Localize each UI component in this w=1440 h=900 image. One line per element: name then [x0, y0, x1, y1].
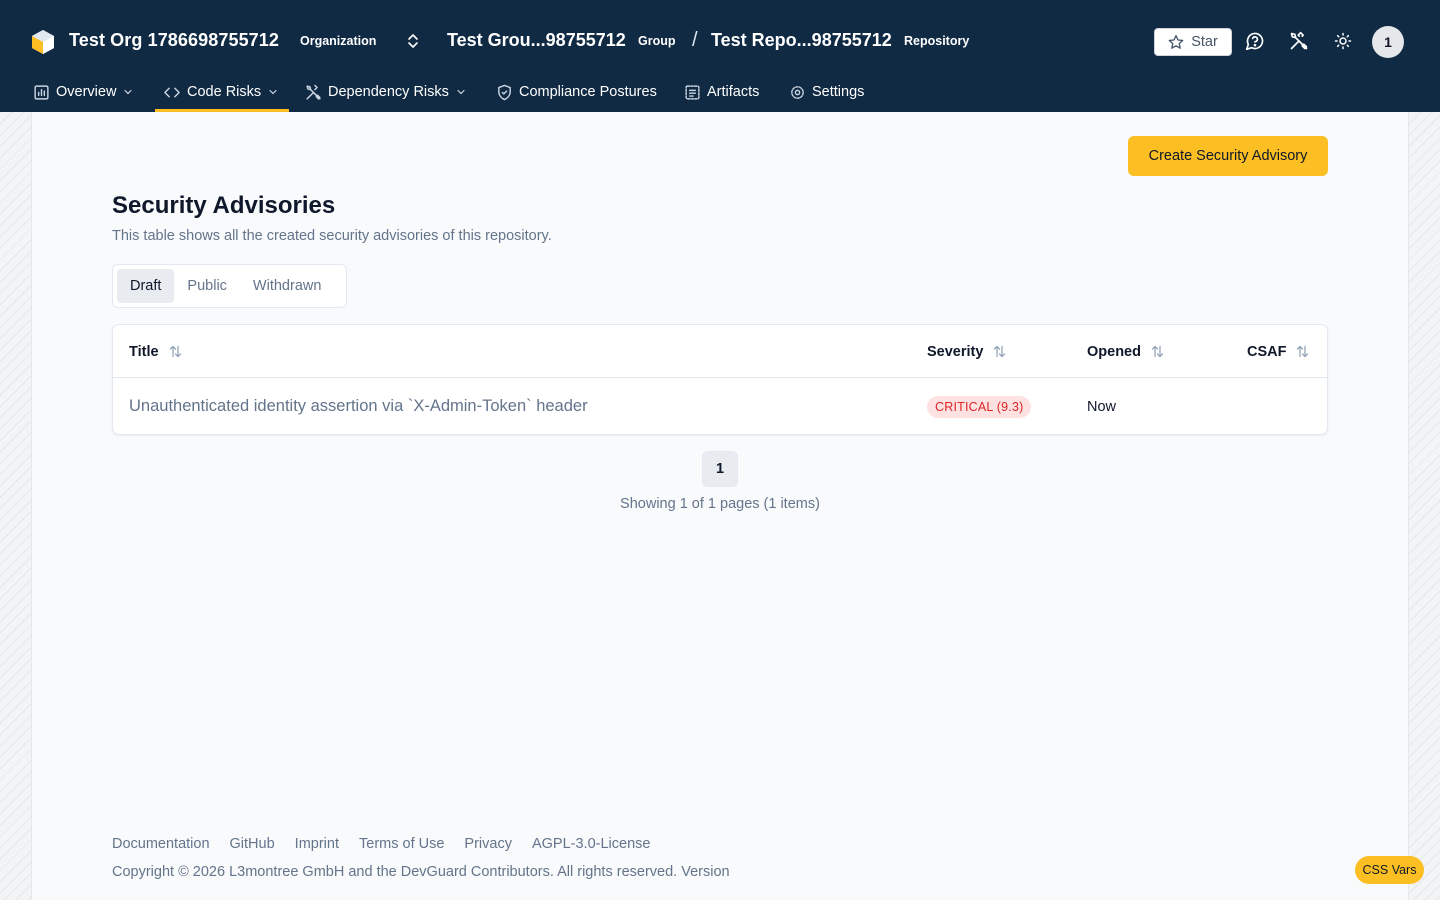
chevron-down-icon	[269, 89, 277, 95]
nav-compliance-postures[interactable]: Compliance Postures	[496, 72, 657, 112]
left-margin-pattern	[0, 112, 32, 900]
footer-link-privacy[interactable]: Privacy	[464, 836, 512, 852]
opened-cell: Now	[1087, 398, 1117, 415]
advisory-status-tabs: Draft Public Withdrawn	[112, 264, 347, 308]
star-icon	[1168, 35, 1184, 49]
breadcrumb-separator: /	[692, 29, 698, 51]
group-tag: Group	[638, 34, 676, 48]
chart-icon	[34, 84, 49, 100]
sort-icon	[1297, 345, 1309, 358]
sort-icon	[169, 345, 181, 358]
column-title[interactable]: Title	[129, 325, 183, 378]
chevron-down-icon	[124, 89, 133, 95]
tools-icon	[306, 84, 321, 100]
footer-link-github[interactable]: GitHub	[230, 836, 275, 852]
footer-link-license[interactable]: AGPL-3.0-License	[532, 836, 650, 852]
footer-link-documentation[interactable]: Documentation	[112, 836, 210, 852]
column-csaf[interactable]: CSAF	[1247, 325, 1310, 378]
footer-links: Documentation GitHub Imprint Terms of Us…	[112, 836, 650, 852]
org-name[interactable]: Test Org 1786698755712	[69, 30, 279, 51]
sort-icon	[994, 345, 1006, 358]
column-opened[interactable]: Opened	[1087, 325, 1165, 378]
table-header: Title Severity Opened CSAF	[113, 325, 1327, 378]
nav-overview-label: Overview	[56, 84, 117, 100]
nav-dependency-risks-label: Dependency Risks	[328, 84, 449, 100]
page-description: This table shows all the created securit…	[112, 228, 552, 244]
list-icon	[685, 84, 700, 100]
severity-cell: CRITICAL (9.3)	[927, 378, 1032, 434]
group-name[interactable]: Test Grou...98755712	[447, 30, 626, 51]
org-switcher-icon[interactable]	[404, 32, 422, 50]
create-security-advisory-button[interactable]: Create Security Advisory	[1128, 136, 1328, 176]
nav-settings-label: Settings	[812, 84, 865, 100]
org-tag: Organization	[300, 34, 377, 48]
css-vars-button[interactable]: CSS Vars	[1355, 856, 1424, 884]
devguard-logo-icon[interactable]	[31, 29, 55, 55]
chevron-down-icon	[457, 89, 465, 95]
main-nav: Overview Code Risks Dependency Risks Com…	[0, 72, 1440, 112]
sun-icon[interactable]	[1332, 30, 1354, 52]
page-title: Security Advisories	[112, 192, 336, 219]
nav-overview[interactable]: Overview	[33, 72, 134, 112]
column-csaf-label: CSAF	[1247, 343, 1287, 360]
sort-icon	[1151, 345, 1164, 358]
star-button[interactable]: Star	[1154, 28, 1232, 56]
pagination-page-button[interactable]: 1	[702, 451, 738, 487]
gear-icon	[791, 85, 804, 99]
footer-link-terms[interactable]: Terms of Use	[359, 836, 444, 852]
feedback-icon[interactable]	[1244, 30, 1266, 52]
tools-icon[interactable]	[1288, 30, 1310, 52]
nav-settings[interactable]: Settings	[789, 72, 864, 112]
footer-link-imprint[interactable]: Imprint	[295, 836, 339, 852]
user-avatar[interactable]: 1	[1372, 26, 1404, 58]
nav-dependency-risks[interactable]: Dependency Risks	[305, 72, 467, 112]
main-content: Create Security Advisory Security Adviso…	[32, 112, 1408, 900]
column-title-label: Title	[129, 343, 159, 360]
severity-badge: CRITICAL (9.3)	[927, 395, 1032, 418]
repo-tag: Repository	[904, 34, 970, 48]
nav-artifacts-label: Artifacts	[707, 84, 760, 100]
tab-public[interactable]: Public	[174, 269, 240, 303]
pagination-summary: Showing 1 of 1 pages (1 items)	[620, 496, 820, 512]
nav-compliance-label: Compliance Postures	[519, 84, 657, 100]
nav-code-risks-label: Code Risks	[187, 84, 262, 100]
nav-artifacts[interactable]: Artifacts	[684, 72, 759, 112]
nav-code-risks[interactable]: Code Risks	[154, 72, 290, 112]
star-label: Star	[1191, 34, 1218, 50]
advisories-table: Title Severity Opened CSAF Unauthenticat…	[112, 324, 1328, 435]
copyright-text: Copyright © 2026 L3montree GmbH and the …	[112, 864, 730, 880]
column-severity[interactable]: Severity	[927, 325, 1007, 378]
right-margin-pattern	[1408, 112, 1440, 900]
top-header: Test Org 1786698755712 Organization Test…	[0, 0, 1440, 112]
code-icon	[164, 87, 180, 97]
advisory-title[interactable]: Unauthenticated identity assertion via `…	[129, 378, 588, 434]
repo-name[interactable]: Test Repo...98755712	[711, 30, 892, 51]
table-row[interactable]: Unauthenticated identity assertion via `…	[113, 378, 1327, 434]
tab-withdrawn[interactable]: Withdrawn	[240, 269, 335, 303]
shield-icon	[498, 84, 511, 100]
column-severity-label: Severity	[927, 343, 984, 360]
tab-draft[interactable]: Draft	[117, 269, 175, 303]
column-opened-label: Opened	[1087, 343, 1141, 360]
